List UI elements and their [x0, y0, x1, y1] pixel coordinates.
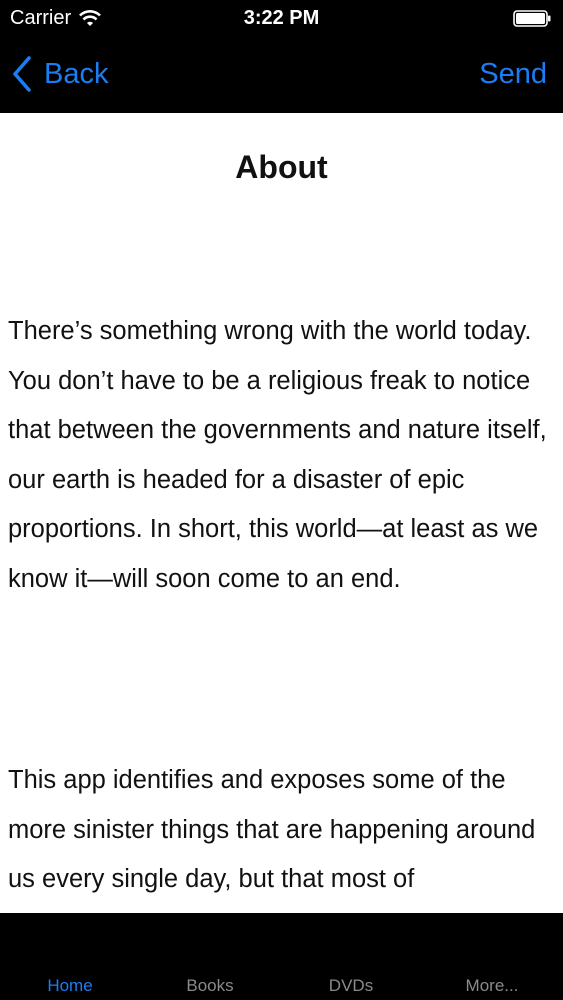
- battery-icon: [513, 10, 551, 27]
- back-label: Back: [44, 57, 109, 90]
- send-button[interactable]: Send: [479, 58, 547, 91]
- tab-more[interactable]: More...: [422, 976, 562, 996]
- status-time: 3:22 PM: [243, 7, 320, 29]
- about-paragraph-1: There’s something wrong with the world t…: [8, 317, 547, 593]
- tab-books[interactable]: Books: [140, 976, 280, 996]
- tab-dvds[interactable]: DVDs: [281, 976, 421, 996]
- tab-bar: Home Books DVDs More...: [0, 913, 563, 1000]
- about-paragraph-2: This app identifies and exposes some of …: [8, 766, 536, 893]
- chevron-left-icon: [13, 56, 31, 92]
- page-title: About: [235, 149, 328, 185]
- status-bar: Carrier 3:22 PM: [0, 0, 563, 38]
- navigation-bar: Back Send: [0, 38, 563, 113]
- back-button[interactable]: Back: [12, 56, 108, 92]
- tab-home[interactable]: Home: [0, 976, 140, 996]
- content-area[interactable]: About There’s something wrong with the w…: [0, 113, 563, 913]
